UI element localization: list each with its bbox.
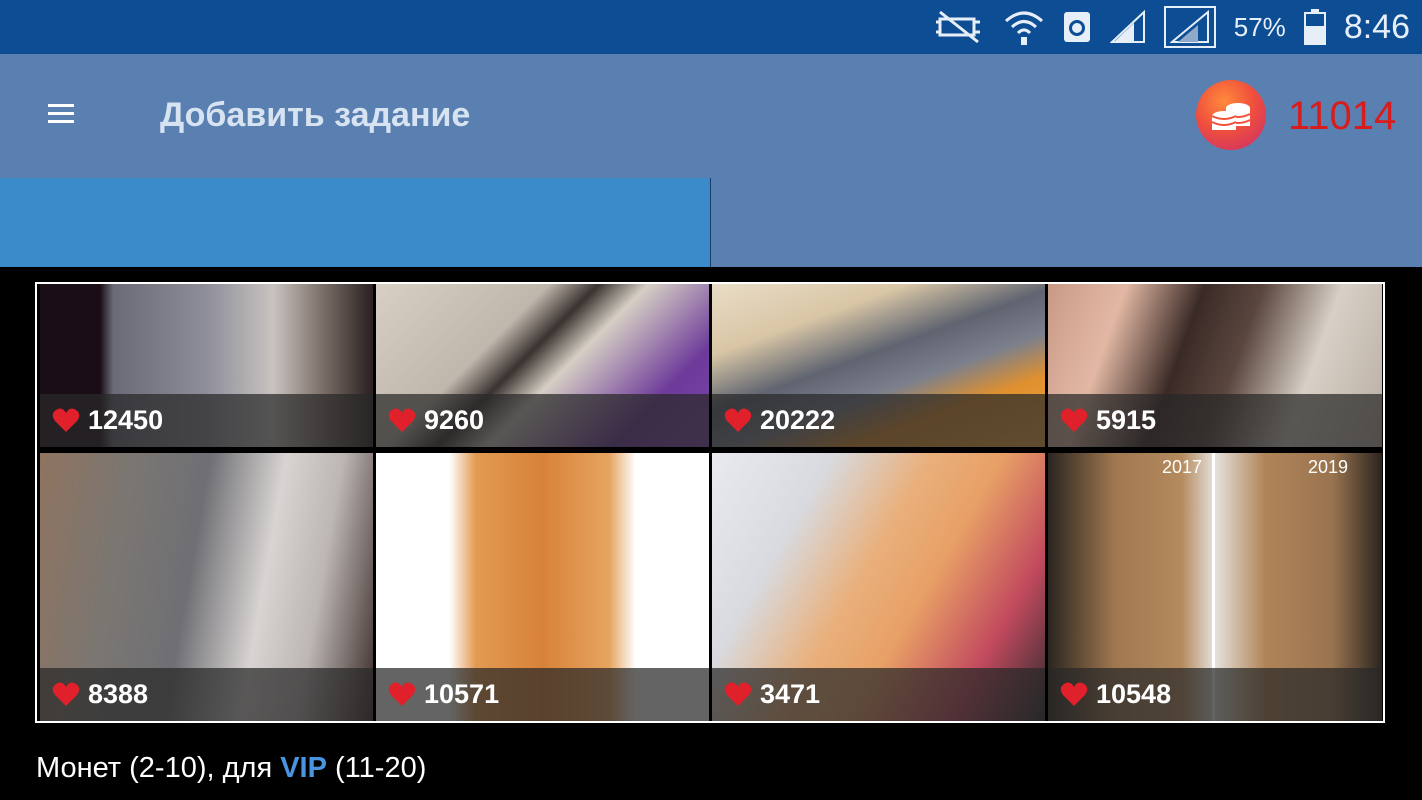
signal-icon — [1109, 10, 1146, 44]
coin-range-info: Монет (2-10), для VIP (11-20) — [36, 752, 426, 785]
heart-icon — [724, 682, 752, 706]
video-tile[interactable]: 3471 — [712, 453, 1045, 721]
coin-range-suffix: (11-20) — [326, 752, 427, 784]
heart-icon — [52, 408, 80, 432]
vip-label: VIP — [280, 752, 327, 784]
tab-bar — [0, 178, 1422, 267]
like-count: 5915 — [1096, 405, 1157, 435]
heart-icon — [1060, 408, 1088, 432]
like-count: 8388 — [88, 679, 149, 709]
video-tile[interactable]: 9260 — [376, 284, 709, 447]
heart-icon — [388, 682, 416, 706]
year-label: 2017 — [1162, 457, 1203, 477]
battery-percent: 57% — [1233, 11, 1286, 42]
data-saver-icon — [1062, 10, 1092, 44]
video-tile[interactable]: 2017 2019 10548 — [1048, 453, 1382, 721]
video-tile[interactable]: 5915 — [1048, 284, 1382, 447]
battery-icon — [1303, 9, 1326, 45]
page-title: Добавить задание — [160, 96, 471, 134]
like-count: 3471 — [760, 679, 821, 709]
wifi-icon — [1004, 9, 1044, 45]
video-grid: 12450 9260 20222 5915 8388 10571 3471 20… — [35, 282, 1385, 723]
coin-range-prefix: Монет (2-10), для — [36, 752, 281, 784]
video-tile[interactable]: 12450 — [40, 284, 373, 447]
like-count: 10548 — [1096, 679, 1172, 709]
heart-icon — [388, 408, 416, 432]
tab-first[interactable] — [0, 178, 710, 267]
mute-icon — [934, 10, 986, 44]
like-count: 10571 — [424, 679, 500, 709]
signal-2-icon — [1163, 6, 1216, 48]
hamburger-menu-icon[interactable] — [40, 92, 84, 136]
video-tile[interactable]: 10571 — [376, 453, 709, 721]
tab-second[interactable] — [711, 178, 1422, 267]
heart-icon — [1060, 682, 1088, 706]
heart-icon — [724, 408, 752, 432]
like-count: 12450 — [88, 405, 164, 435]
coin-balance: 11014 — [1288, 94, 1397, 138]
heart-icon — [52, 682, 80, 706]
status-bar: 57% 8:46 — [0, 0, 1422, 54]
video-tile[interactable]: 8388 — [40, 453, 373, 721]
video-tile[interactable]: 20222 — [712, 284, 1045, 447]
coins-icon[interactable] — [1196, 80, 1266, 150]
app-bar: Добавить задание 11014 — [0, 54, 1422, 178]
like-count: 20222 — [760, 405, 836, 435]
like-count: 9260 — [424, 405, 485, 435]
clock: 8:46 — [1343, 7, 1410, 46]
year-label: 2019 — [1308, 457, 1349, 477]
